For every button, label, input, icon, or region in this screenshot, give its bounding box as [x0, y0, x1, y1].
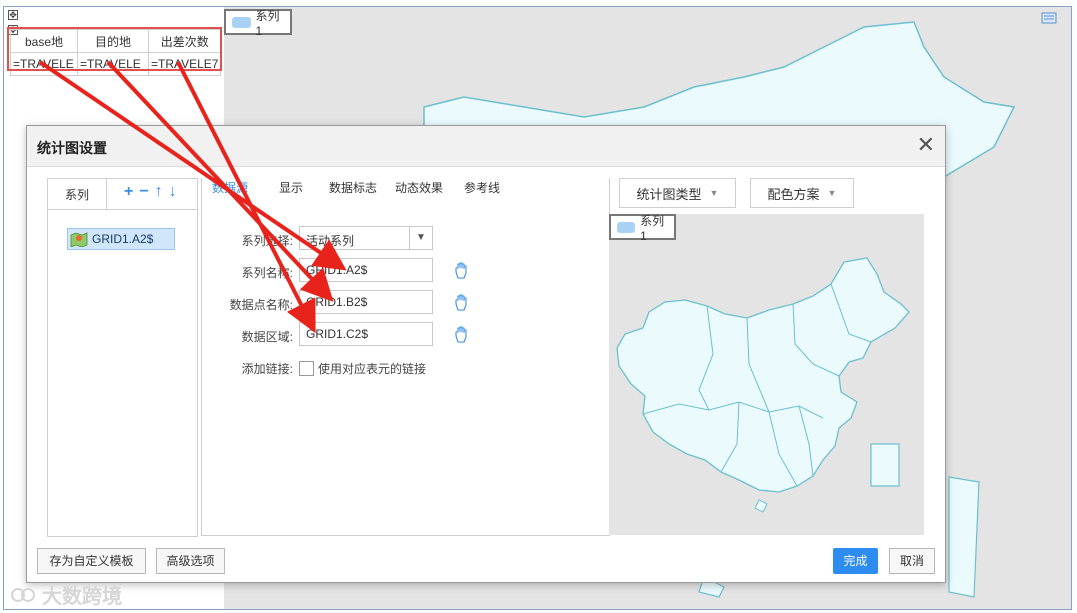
- add-icon[interactable]: +: [124, 183, 133, 201]
- table-row: =TRAVELE =TRAVELE =TRAVELE7: [10, 52, 222, 76]
- dialog-header: 统计图设置 ✕: [27, 126, 945, 167]
- series-toolbar: + − ↑ ↓: [124, 183, 177, 201]
- table-cell[interactable]: =TRAVELE: [77, 52, 149, 76]
- legend-swatch: [232, 16, 251, 28]
- series-select-label: 系列选择:: [241, 234, 293, 248]
- tab-series[interactable]: 系列: [48, 179, 107, 210]
- chart-legend[interactable]: 系列1: [224, 8, 292, 38]
- series-panel: 系列 + − ↑ ↓ GRID1.A2$: [47, 178, 198, 537]
- tab-display[interactable]: 显示: [279, 179, 303, 196]
- tab-reference-line[interactable]: 参考线: [464, 179, 500, 196]
- chart-preview: 系列1: [609, 214, 924, 535]
- data-range-input[interactable]: GRID1.C2$: [299, 322, 433, 346]
- chevron-down-icon: ▼: [827, 188, 837, 198]
- link-checkbox[interactable]: [299, 361, 314, 376]
- link-checkbox-label: 使用对应表元的链接: [318, 362, 427, 376]
- data-range-label: 数据区域:: [241, 330, 293, 344]
- point-name-input[interactable]: GRID1.B2$: [299, 290, 433, 314]
- list-item[interactable]: GRID1.A2$: [67, 228, 175, 250]
- series-name-label: 系列名称:: [241, 266, 293, 280]
- close-icon[interactable]: ✕: [917, 134, 935, 156]
- hand-pick-icon[interactable]: [453, 325, 469, 343]
- hand-pick-icon[interactable]: [453, 261, 469, 279]
- series-list: GRID1.A2$: [48, 209, 197, 537]
- chart-settings-dialog: 统计图设置 ✕ 系列 + − ↑ ↓ GRID1.A2$ 数据源 显示 数据标志…: [26, 125, 946, 583]
- table-header-cell[interactable]: 目的地: [77, 29, 149, 53]
- point-name-label: 数据点名称:: [229, 298, 293, 312]
- legend-label: 系列1: [255, 8, 280, 38]
- table-cell[interactable]: =TRAVELE7: [147, 52, 222, 76]
- move-up-icon[interactable]: ↑: [155, 183, 163, 201]
- color-scheme-label: 配色方案: [767, 186, 820, 202]
- link-label: 添加链接:: [241, 362, 293, 376]
- watermark-text: 大数跨境: [42, 586, 122, 608]
- chart-type-label: 统计图类型: [636, 186, 702, 202]
- cancel-button[interactable]: 取消: [889, 548, 935, 574]
- table-row: base地 目的地 出差次数: [10, 29, 222, 53]
- watermark: 大数跨境: [10, 580, 122, 609]
- chart-type-button[interactable]: 统计图类型 ▼: [619, 178, 736, 208]
- preview-china-map: [616, 257, 910, 513]
- tab-data-source[interactable]: 数据源: [212, 179, 248, 196]
- dialog-title: 统计图设置: [37, 140, 107, 156]
- save-template-button[interactable]: 存为自定义模板: [37, 548, 146, 574]
- watermark-logo-icon: [11, 587, 35, 602]
- series-select[interactable]: 活动系列 ▼: [299, 226, 433, 250]
- move-down-icon[interactable]: ↓: [169, 183, 177, 201]
- series-select-value: 活动系列: [306, 234, 355, 248]
- move-handle-icon[interactable]: ✥: [8, 10, 18, 20]
- chart-settings-icon[interactable]: [1041, 12, 1057, 24]
- remove-icon[interactable]: −: [139, 183, 148, 201]
- map-series-icon: [70, 232, 88, 247]
- table-cell[interactable]: =TRAVELE: [10, 52, 78, 76]
- chevron-down-icon[interactable]: ▼: [409, 227, 432, 249]
- advanced-options-button[interactable]: 高级选项: [156, 548, 225, 574]
- series-name-input[interactable]: GRID1.A2$: [299, 258, 433, 282]
- tab-data-labels[interactable]: 数据标志: [329, 179, 377, 196]
- hand-pick-icon[interactable]: [453, 293, 469, 311]
- series-item-label: GRID1.A2$: [92, 232, 154, 246]
- table-header-cell[interactable]: 出差次数: [147, 29, 222, 53]
- color-scheme-button[interactable]: 配色方案 ▼: [750, 178, 854, 208]
- chevron-down-icon: ▼: [709, 188, 719, 198]
- sheet-table: base地 目的地 出差次数 =TRAVELE =TRAVELE =TRAVEL…: [10, 29, 222, 76]
- tab-animation[interactable]: 动态效果: [395, 179, 443, 196]
- finish-button[interactable]: 完成: [833, 548, 878, 574]
- table-header-cell[interactable]: base地: [10, 29, 78, 53]
